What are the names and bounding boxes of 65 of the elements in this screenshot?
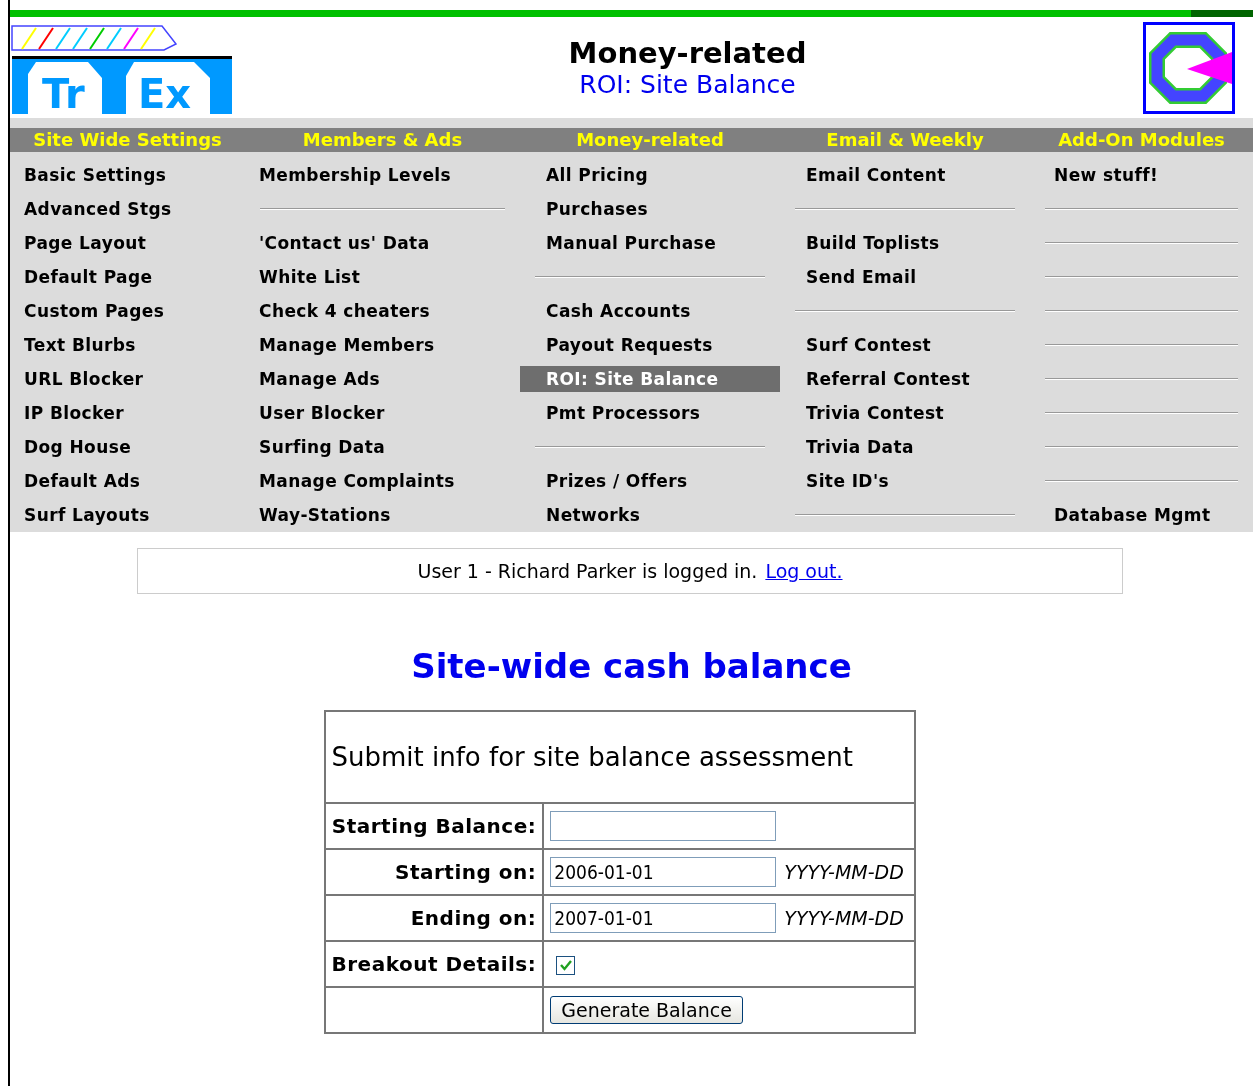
menu-link[interactable]: Manage Members xyxy=(245,332,520,358)
menu-link[interactable]: Page Layout xyxy=(10,230,245,256)
menu-heading: Email & Weekly xyxy=(780,128,1030,152)
page-subtitle: ROI: Site Balance xyxy=(579,70,796,99)
menu-link[interactable]: Email Content xyxy=(780,162,1030,188)
logout-link[interactable]: Log out. xyxy=(765,560,843,582)
menu-link[interactable]: Payout Requests xyxy=(520,332,780,358)
menu-link[interactable]: Manual Purchase xyxy=(520,230,780,256)
login-message: User 1 - Richard Parker is logged in. xyxy=(417,560,758,582)
menu-link[interactable]: Referral Contest xyxy=(780,366,1030,392)
page-section-title: Money-related xyxy=(568,36,807,70)
menu-heading: Money-related xyxy=(520,128,780,152)
menu-link[interactable]: Basic Settings xyxy=(10,162,245,188)
format-hint: YYYY-MM-DD xyxy=(784,907,904,929)
menu-link[interactable]: Advanced Stgs xyxy=(10,196,245,222)
field-label: Starting Balance: xyxy=(331,814,537,838)
checkbox[interactable] xyxy=(556,956,576,975)
menu-link[interactable]: Default Ads xyxy=(10,468,245,494)
form-caption: Submit info for site balance assessment xyxy=(331,742,853,772)
menu-link[interactable]: Trivia Contest xyxy=(780,400,1030,426)
menu-link[interactable]: IP Blocker xyxy=(10,400,245,426)
menu-link[interactable]: Cash Accounts xyxy=(520,298,780,324)
menu-link[interactable]: 'Contact us' Data xyxy=(245,230,520,256)
date-field[interactable] xyxy=(550,811,777,841)
menu-link[interactable]: Dog House xyxy=(10,434,245,460)
menu-link[interactable]: Check 4 cheaters xyxy=(245,298,520,324)
logo-text: Tr xyxy=(42,70,85,114)
field-label: Ending on: xyxy=(410,906,537,930)
menu-link[interactable]: Surfing Data xyxy=(245,434,520,460)
menu-link[interactable]: User Blocker xyxy=(245,400,520,426)
menu-link[interactable]: Surf Layouts xyxy=(10,502,245,528)
menu-heading: Members & Ads xyxy=(245,128,520,152)
menu-link[interactable]: Manage Complaints xyxy=(245,468,520,494)
menu-link[interactable]: Custom Pages xyxy=(10,298,245,324)
menu-link[interactable]: White List xyxy=(245,264,520,290)
menu-link[interactable]: Build Toplists xyxy=(780,230,1030,256)
menu-link[interactable]: Surf Contest xyxy=(780,332,1030,358)
menu-link[interactable]: Text Blurbs xyxy=(10,332,245,358)
menu-link[interactable]: Default Page xyxy=(10,264,245,290)
menu-link[interactable]: URL Blocker xyxy=(10,366,245,392)
menu-link[interactable]: ROI: Site Balance xyxy=(520,366,780,392)
page-heading: Site-wide cash balance xyxy=(410,646,853,686)
menu-link[interactable]: Pmt Processors xyxy=(520,400,780,426)
menu-link[interactable]: Send Email xyxy=(780,264,1030,290)
menu-link[interactable]: All Pricing xyxy=(520,162,780,188)
menu-link[interactable]: Membership Levels xyxy=(245,162,520,188)
menu-link[interactable]: Site ID's xyxy=(780,468,1030,494)
generate-balance-button[interactable]: Generate Balance xyxy=(550,996,743,1024)
field-label: Breakout Details: xyxy=(331,952,537,976)
menu-link[interactable]: Trivia Data xyxy=(780,434,1030,460)
menu-link[interactable]: Purchases xyxy=(520,196,780,222)
date-field[interactable]: 2006-01-01 xyxy=(550,857,777,887)
menu-link[interactable]: Manage Ads xyxy=(245,366,520,392)
menu-heading: Site Wide Settings xyxy=(10,128,245,152)
menu-link[interactable]: New stuff! xyxy=(1030,162,1253,188)
logo-text: Ex xyxy=(138,70,192,114)
field-label: Starting on: xyxy=(395,860,537,884)
menu-link[interactable]: Way-Stations xyxy=(245,502,520,528)
date-field[interactable]: 2007-01-01 xyxy=(550,903,777,933)
menu-link[interactable]: Prizes / Offers xyxy=(520,468,780,494)
menu-link[interactable]: Networks xyxy=(520,502,780,528)
format-hint: YYYY-MM-DD xyxy=(784,861,904,883)
checkmark-icon xyxy=(559,960,572,971)
menu-heading: Add-On Modules xyxy=(1030,128,1253,152)
menu-link[interactable]: Database Mgmt xyxy=(1030,502,1253,528)
